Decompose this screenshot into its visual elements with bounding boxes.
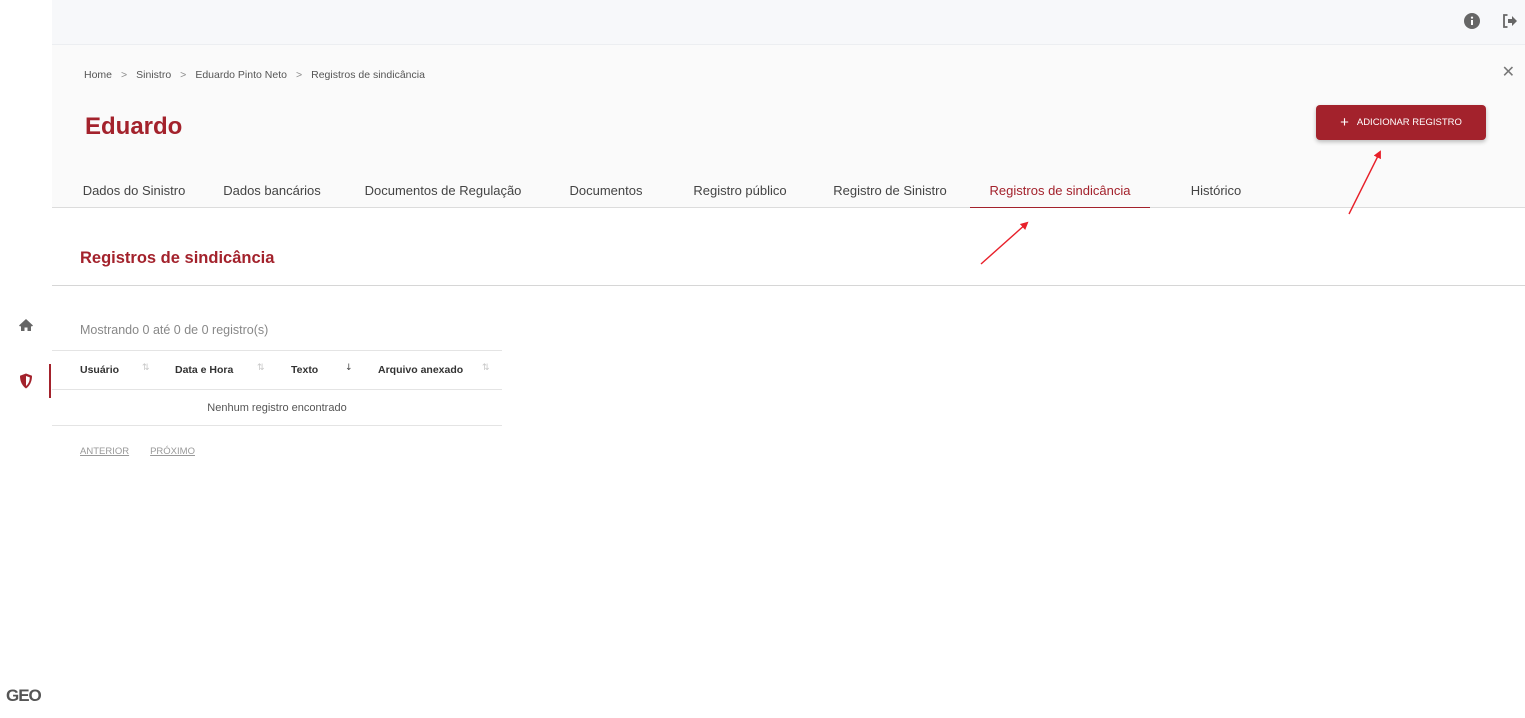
breadcrumb-current: Registros de sindicância bbox=[311, 69, 425, 81]
sidebar-item-home[interactable] bbox=[0, 310, 52, 340]
pagination: ANTERIOR PRÓXIMO bbox=[80, 446, 195, 457]
column-header-arquivo-anexado[interactable]: Arquivo anexado bbox=[378, 364, 463, 376]
info-button[interactable] bbox=[1461, 10, 1483, 32]
tab-registro-publico[interactable]: Registro público bbox=[692, 172, 788, 208]
geo-logo: GEO bbox=[6, 686, 42, 705]
top-bar bbox=[52, 0, 1525, 45]
breadcrumb-home[interactable]: Home bbox=[84, 69, 112, 81]
section-title: Registros de sindicância bbox=[80, 249, 275, 267]
home-icon bbox=[19, 319, 33, 331]
column-header-texto[interactable]: Texto bbox=[291, 364, 318, 376]
previous-page-link[interactable]: ANTERIOR bbox=[80, 446, 129, 457]
sidebar: GEO bbox=[0, 0, 52, 718]
breadcrumb-separator: > bbox=[121, 69, 128, 81]
annotation-arrow-tab bbox=[980, 221, 1029, 265]
next-page-link[interactable]: PRÓXIMO bbox=[150, 446, 195, 457]
breadcrumb-person[interactable]: Eduardo Pinto Neto bbox=[195, 69, 287, 81]
add-registro-button[interactable]: + ADICIONAR REGISTRO bbox=[1316, 105, 1486, 140]
section-divider bbox=[52, 285, 1525, 286]
tab-dados-bancarios[interactable]: Dados bancários bbox=[223, 172, 321, 208]
tab-registro-de-sinistro[interactable]: Registro de Sinistro bbox=[832, 172, 948, 208]
tab-dados-do-sinistro[interactable]: Dados do Sinistro bbox=[83, 172, 186, 208]
add-registro-label: ADICIONAR REGISTRO bbox=[1356, 117, 1462, 128]
app-root: GEO ✕ Home > Sinistro > Eduardo Pinto Ne… bbox=[0, 0, 1525, 718]
page-title: Eduardo bbox=[85, 113, 183, 140]
sidebar-item-sinistro[interactable] bbox=[0, 366, 52, 396]
logout-icon bbox=[1503, 14, 1517, 28]
breadcrumb: Home > Sinistro > Eduardo Pinto Neto > R… bbox=[84, 69, 425, 81]
breadcrumb-sinistro[interactable]: Sinistro bbox=[136, 69, 171, 81]
records-count-text: Mostrando 0 até 0 de 0 registro(s) bbox=[80, 323, 269, 337]
sort-desc-icon[interactable]: ↓ bbox=[345, 363, 353, 373]
page-header: ✕ Home > Sinistro > Eduardo Pinto Neto >… bbox=[52, 45, 1525, 208]
plus-icon: + bbox=[1340, 114, 1349, 131]
tab-registros-de-sindicancia[interactable]: Registros de sindicância bbox=[970, 172, 1150, 208]
sort-icon[interactable]: ⇅ bbox=[482, 363, 490, 373]
breadcrumb-separator: > bbox=[180, 69, 187, 81]
sidebar-active-indicator bbox=[49, 364, 51, 398]
shield-icon bbox=[20, 373, 32, 389]
tab-documentos[interactable]: Documentos bbox=[568, 172, 644, 208]
column-header-usuario[interactable]: Usuário bbox=[80, 364, 119, 376]
empty-table-message: Nenhum registro encontrado bbox=[52, 390, 502, 426]
records-table: Usuário ⇅ Data e Hora ⇅ Texto ↓ Arquivo … bbox=[52, 350, 502, 426]
sort-icon[interactable]: ⇅ bbox=[257, 363, 265, 373]
info-icon bbox=[1464, 13, 1480, 29]
tab-documentos-de-regulacao[interactable]: Documentos de Regulação bbox=[365, 172, 522, 208]
tab-bar: Dados do Sinistro Dados bancários Docume… bbox=[52, 172, 1352, 208]
table-header-row: Usuário ⇅ Data e Hora ⇅ Texto ↓ Arquivo … bbox=[52, 351, 502, 390]
logout-button[interactable] bbox=[1499, 10, 1521, 32]
breadcrumb-separator: > bbox=[295, 69, 303, 81]
column-header-data-e-hora[interactable]: Data e Hora bbox=[175, 364, 233, 376]
sort-icon[interactable]: ⇅ bbox=[142, 363, 150, 373]
close-icon[interactable]: ✕ bbox=[1502, 62, 1515, 81]
tab-historico[interactable]: Histórico bbox=[1186, 172, 1246, 208]
